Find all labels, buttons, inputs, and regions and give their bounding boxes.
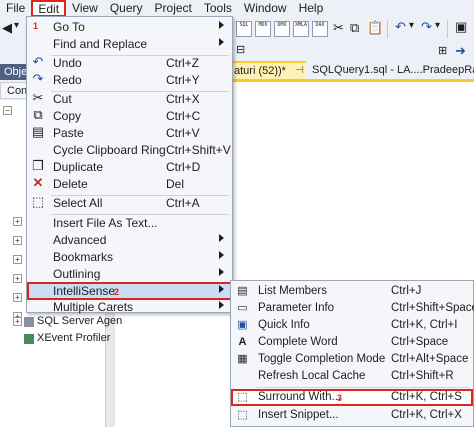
redo-icon[interactable]: ↷ [421,19,432,35]
copy-icon[interactable]: ⧉ [350,20,359,36]
duplicate-icon: ❐ [32,158,44,173]
submenu-item-surround-with[interactable]: ⬚ Surround With... 3 Ctrl+K, Ctrl+S [231,389,473,406]
select-all-icon: ⬚ [31,194,45,209]
submenu-arrow-icon [219,251,224,259]
submenu-item-complete-word[interactable]: A Complete Word Ctrl+Space [231,334,473,351]
menu-query[interactable]: Query [104,0,149,17]
surround-with-icon: ⬚ [237,391,248,403]
menu-separator [255,387,470,388]
toolbar-row2-icon[interactable]: ⊟ [236,43,245,56]
menu-item-cut[interactable]: ✂ Cut Ctrl+X [27,90,232,108]
toolbar-mdx-button[interactable]: MDX [255,21,271,37]
undo-icon: ↶ [32,54,44,69]
complete-word-icon: A [238,336,247,348]
menu-item-copy[interactable]: ⧉ Copy Ctrl+C [27,107,232,125]
submenu-item-toggle-completion-mode[interactable]: ▦ Toggle Completion Mode Ctrl+Alt+Space [231,351,473,368]
toolbar-separator [387,20,388,38]
toolbar-more-icon[interactable]: ⊞ [438,44,447,57]
back-icon[interactable]: ◀ [2,20,12,36]
toggle-completion-icon: ▦ [237,353,248,365]
redo-icon: ↷ [32,71,44,86]
debug-icon[interactable]: ▣ [455,19,467,35]
intellisense-submenu: ▤ List Members Ctrl+J ▭ Parameter Info C… [230,280,474,427]
copy-icon: ⧉ [33,107,43,122]
tree-item-xevent-profiler[interactable]: XEvent Profiler [37,332,110,344]
toolbar-separator-2 [447,20,448,38]
menu-item-cycle-clipboard-ring[interactable]: Cycle Clipboard Ring Ctrl+Shift+V [27,141,232,159]
toolbar-sql-button[interactable]: SQL [236,21,252,37]
pin-icon[interactable]: ⊣ [295,63,304,79]
menu-item-insert-file-as-text[interactable]: Insert File As Text... [27,214,232,232]
toolbar-arrow-icon[interactable]: ➜ [455,43,466,59]
tab-sqlquery1[interactable]: SQLQuery1.sql - LA....PradeepRaturi (52)… [308,61,474,79]
toolbar-xmla-button[interactable]: XMLA [293,21,309,37]
expand-icon[interactable]: + [13,274,22,283]
tab-active-query[interactable]: aturi (52))* ⊣ [231,61,306,79]
quick-info-icon: ▣ [237,319,248,331]
submenu-arrow-icon [219,21,224,29]
expand-icon[interactable]: + [13,293,22,302]
menu-edit[interactable]: Edit [31,0,67,17]
tab-active-label: aturi (52))* [234,65,286,77]
menu-item-paste[interactable]: ▤ Paste Ctrl+V [27,124,232,142]
submenu-arrow-icon [219,234,224,242]
edit-menu-dropdown: 1 Go To Find and Replace ↶ Undo Ctrl+Z ↷… [26,16,233,316]
toolbar-dmx-button[interactable]: DMX [274,21,290,37]
object-explorer-connect[interactable]: Conn [0,82,28,99]
undo-icon[interactable]: ↶ [395,19,406,35]
redo-dropdown-icon[interactable]: ▾ [435,20,440,31]
submenu-arrow-icon [219,285,224,293]
step-badge-2: 2 [114,287,120,297]
menu-item-redo[interactable]: ↷ Redo Ctrl+Y [27,71,232,89]
object-explorer-header[interactable]: Obje [0,64,28,80]
submenu-item-parameter-info[interactable]: ▭ Parameter Info Ctrl+Shift+Space [231,300,474,317]
cut-icon[interactable]: ✂ [333,20,344,36]
menu-item-find-and-replace[interactable]: Find and Replace [27,35,232,53]
menubar: File Edit View Query Project Tools Windo… [0,0,474,17]
menu-window[interactable]: Window [238,0,293,17]
submenu-item-insert-snippet[interactable]: ⬚ Insert Snippet... Ctrl+K, Ctrl+X [231,407,473,424]
menu-tools[interactable]: Tools [198,0,238,17]
menu-item-delete[interactable]: ✕ Delete Del [27,175,232,193]
delete-icon: ✕ [32,175,44,190]
expand-icon[interactable]: + [13,255,22,264]
menu-file[interactable]: File [0,0,31,17]
menu-item-go-to[interactable]: Go To [27,18,232,36]
menu-item-outlining[interactable]: Outlining [27,265,232,283]
submenu-arrow-icon [219,268,224,276]
menu-item-bookmarks[interactable]: Bookmarks [27,248,232,266]
tree-item-sql-server-agent[interactable]: SQL Server Agen [37,315,122,327]
menu-project[interactable]: Project [149,0,198,17]
scissors-icon: ✂ [32,90,44,105]
submenu-item-refresh-local-cache[interactable]: Refresh Local Cache Ctrl+Shift+R [231,368,473,385]
xevent-profiler-icon [24,334,34,344]
parameter-info-icon: ▭ [237,302,248,314]
menu-help[interactable]: Help [293,0,330,17]
undo-dropdown-icon[interactable]: ▾ [409,20,414,31]
insert-snippet-icon: ⬚ [237,409,248,421]
sql-agent-icon [24,317,34,327]
expand-icon[interactable]: + [13,236,22,245]
toolbar-dax-button[interactable]: DAX [312,21,328,37]
submenu-item-list-members[interactable]: ▤ List Members Ctrl+J [231,283,473,300]
step-badge-3: 3 [337,393,343,403]
menu-item-undo[interactable]: ↶ Undo Ctrl+Z [27,54,232,72]
submenu-item-quick-info[interactable]: ▣ Quick Info Ctrl+K, Ctrl+I [231,317,473,334]
menu-item-duplicate[interactable]: ❐ Duplicate Ctrl+D [27,158,232,176]
submenu-arrow-icon [219,38,224,46]
menu-item-advanced[interactable]: Advanced [27,231,232,249]
paste-icon[interactable]: 📋 [367,20,383,36]
expand-sql-agent-icon[interactable]: + [13,317,22,326]
submenu-arrow-icon [219,301,224,309]
dropdown-arrow-icon[interactable]: ▾ [14,20,19,31]
menu-view[interactable]: View [66,0,104,17]
menu-item-multiple-carets[interactable]: Multiple Carets [27,298,232,316]
expand-root-icon[interactable]: − [3,106,12,115]
menu-item-select-all[interactable]: ⬚ Select All Ctrl+A [27,194,232,212]
list-members-icon: ▤ [237,285,248,297]
paste-icon: ▤ [31,124,45,139]
expand-icon[interactable]: + [13,217,22,226]
